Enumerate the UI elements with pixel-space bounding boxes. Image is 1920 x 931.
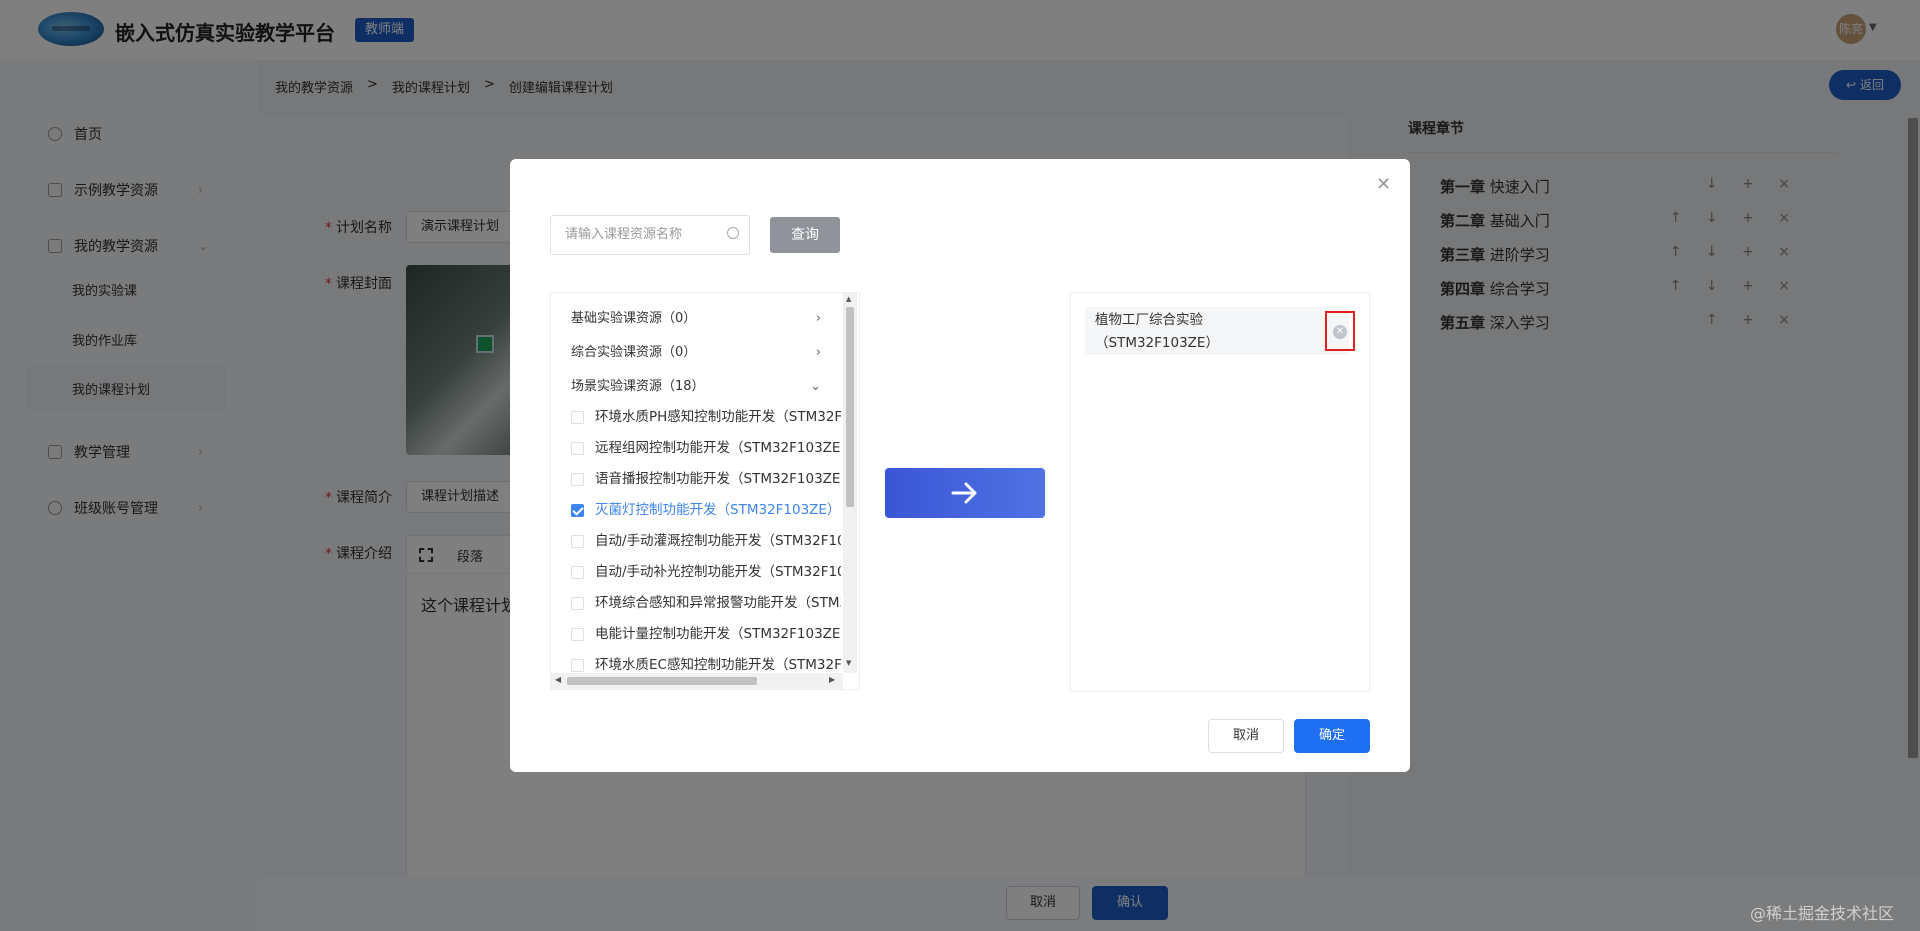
tree-item-label: 环境水质PH感知控制功能开发（STM32F103ZE） bbox=[595, 409, 841, 425]
scrollbar-thumb[interactable] bbox=[567, 677, 757, 685]
resource-tree-list: 基础实验课资源（0） › 综合实验课资源（0） › 场景实验课资源（18） ⌄ … bbox=[551, 293, 841, 673]
tree-item[interactable]: 自动/手动补光控制功能开发（STM32F103ZE） bbox=[571, 557, 841, 587]
tree-category[interactable]: 基础实验课资源（0） › bbox=[571, 303, 831, 335]
tree-item-label: 灭菌灯控制功能开发（STM32F103ZE） bbox=[595, 502, 841, 518]
tree-category-label: 基础实验课资源（0） bbox=[571, 311, 697, 326]
checkbox[interactable] bbox=[571, 597, 584, 610]
search-icon bbox=[727, 227, 739, 239]
tree-category-label: 场景实验课资源（18） bbox=[571, 379, 705, 394]
scroll-right-icon[interactable]: ▶ bbox=[829, 675, 835, 684]
tree-item-label: 语音播报控制功能开发（STM32F103ZE） bbox=[595, 471, 841, 487]
transfer-button[interactable] bbox=[885, 468, 1045, 518]
tree-item-label: 远程组网控制功能开发（STM32F103ZE） bbox=[595, 440, 841, 456]
resource-picker-modal: ✕ 请输入课程资源名称 查询 基础实验课资源（0） › 综合实验课资源（0） ›… bbox=[510, 159, 1410, 772]
tree-item-label: 自动/手动补光控制功能开发（STM32F103ZE） bbox=[595, 564, 841, 580]
tree-item[interactable]: 自动/手动灌溉控制功能开发（STM32F103ZE） bbox=[571, 526, 841, 556]
scrollbar-thumb[interactable] bbox=[846, 307, 854, 507]
checkbox[interactable] bbox=[571, 473, 584, 486]
modal-cancel-button[interactable]: 取消 bbox=[1208, 719, 1284, 753]
scroll-down-icon[interactable]: ▼ bbox=[846, 659, 851, 667]
chevron-right-icon: › bbox=[815, 311, 821, 326]
checkbox[interactable] bbox=[571, 628, 584, 641]
remove-circle-icon[interactable]: ✕ bbox=[1333, 325, 1347, 339]
tree-item-label: 自动/手动灌溉控制功能开发（STM32F103ZE） bbox=[595, 533, 841, 549]
remove-highlight: ✕ bbox=[1325, 311, 1355, 351]
tree-item[interactable]: 环境水质EC感知控制功能开发（STM32F103ZE） bbox=[571, 650, 841, 673]
checkbox-checked[interactable] bbox=[571, 504, 584, 517]
search-button[interactable]: 查询 bbox=[770, 217, 840, 253]
tree-item-label: 电能计量控制功能开发（STM32F103ZE） bbox=[595, 626, 841, 642]
checkbox[interactable] bbox=[571, 659, 584, 672]
vertical-scrollbar[interactable]: ▲ ▼ bbox=[843, 293, 857, 673]
tree-item[interactable]: 远程组网控制功能开发（STM32F103ZE） bbox=[571, 433, 841, 463]
tree-item[interactable]: 环境综合感知和异常报警功能开发（STM32F103ZE） bbox=[571, 588, 841, 618]
selected-item-label: 植物工厂综合实验（STM32F103ZE） bbox=[1095, 312, 1219, 351]
tree-item-label: 环境综合感知和异常报警功能开发（STM32F103ZE） bbox=[595, 595, 841, 611]
chevron-right-icon: › bbox=[815, 345, 821, 360]
checkbox[interactable] bbox=[571, 566, 584, 579]
checkbox[interactable] bbox=[571, 411, 584, 424]
tree-item[interactable]: 灭菌灯控制功能开发（STM32F103ZE） bbox=[571, 495, 841, 525]
watermark: @稀土掘金技术社区 bbox=[1750, 904, 1895, 923]
selected-item: 植物工厂综合实验（STM32F103ZE） ✕ bbox=[1085, 307, 1355, 355]
tree-item[interactable]: 环境水质PH感知控制功能开发（STM32F103ZE） bbox=[571, 402, 841, 432]
resource-tree: 基础实验课资源（0） › 综合实验课资源（0） › 场景实验课资源（18） ⌄ … bbox=[550, 292, 860, 690]
tree-category-label: 综合实验课资源（0） bbox=[571, 345, 697, 360]
arrow-right-icon bbox=[951, 482, 977, 504]
scroll-left-icon[interactable]: ◀ bbox=[555, 675, 561, 684]
tree-item-label: 环境水质EC感知控制功能开发（STM32F103ZE） bbox=[595, 657, 841, 673]
horizontal-scrollbar[interactable]: ◀ ▶ bbox=[551, 673, 843, 689]
tree-item[interactable]: 语音播报控制功能开发（STM32F103ZE） bbox=[571, 464, 841, 494]
tree-category[interactable]: 场景实验课资源（18） ⌄ bbox=[571, 371, 831, 403]
tree-item[interactable]: 电能计量控制功能开发（STM32F103ZE） bbox=[571, 619, 841, 649]
search-input[interactable]: 请输入课程资源名称 bbox=[550, 215, 750, 255]
search-placeholder: 请输入课程资源名称 bbox=[565, 227, 683, 242]
checkbox[interactable] bbox=[571, 442, 584, 455]
checkbox[interactable] bbox=[571, 535, 584, 548]
scroll-up-icon[interactable]: ▲ bbox=[846, 295, 851, 303]
close-icon[interactable]: ✕ bbox=[1376, 174, 1391, 195]
chevron-down-icon: ⌄ bbox=[810, 379, 821, 394]
modal-ok-button[interactable]: 确定 bbox=[1294, 719, 1370, 753]
selected-resources-panel: 植物工厂综合实验（STM32F103ZE） ✕ bbox=[1070, 292, 1370, 692]
tree-category[interactable]: 综合实验课资源（0） › bbox=[571, 337, 831, 369]
